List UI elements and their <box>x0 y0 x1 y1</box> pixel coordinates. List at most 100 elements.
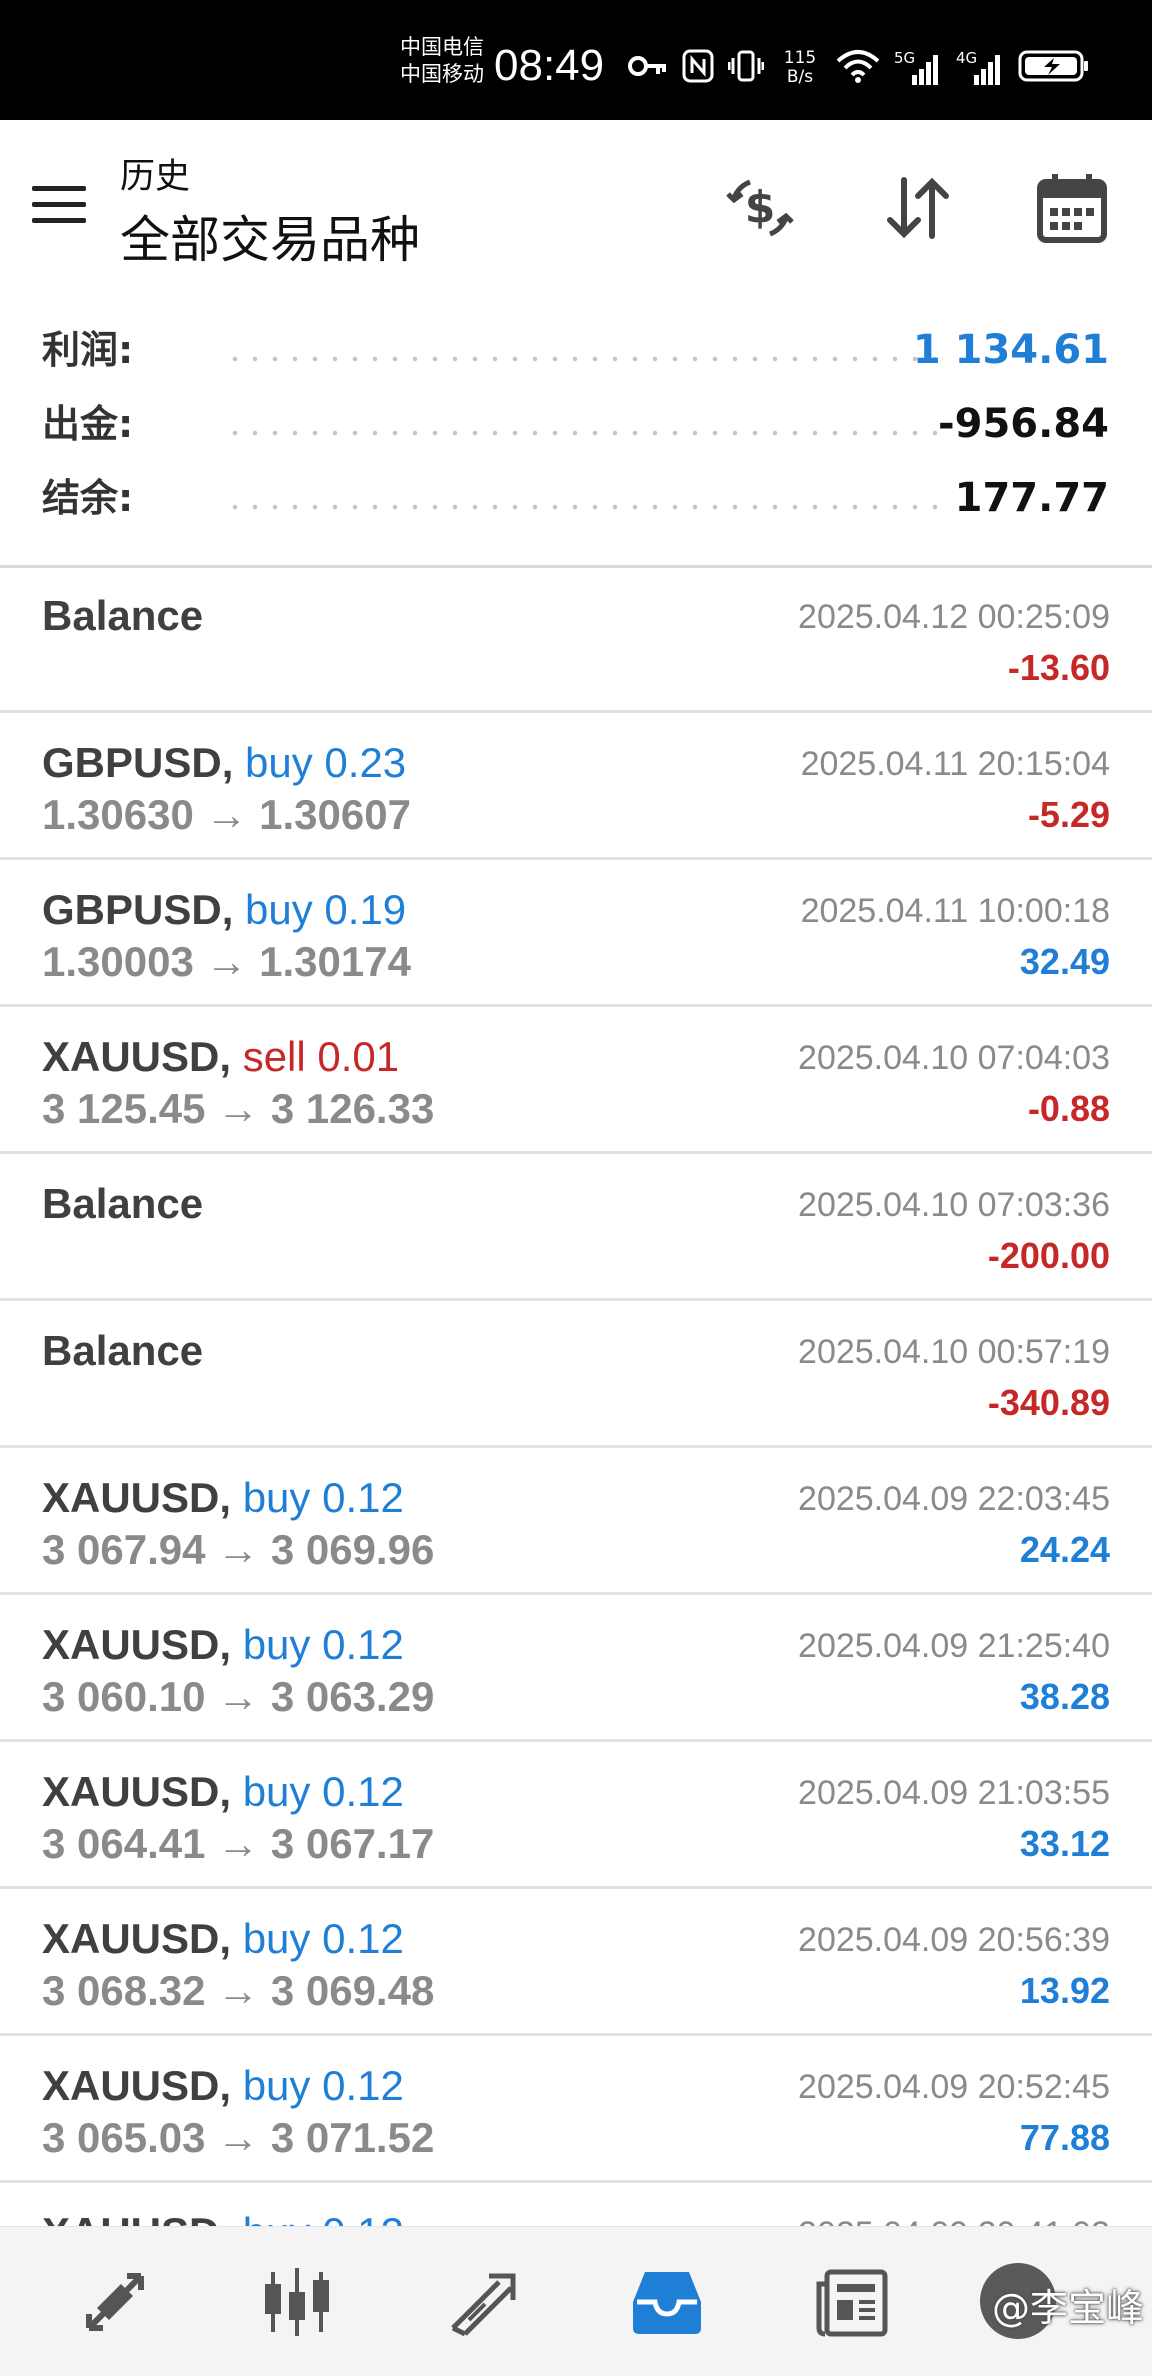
history-row[interactable]: XAUUSD, buy 0.12 3 067.94 → 3 069.96 202… <box>0 1448 1152 1595</box>
row-volume: 0.12 <box>322 2062 404 2109</box>
row-prices: 3 064.41 → 3 067.17 <box>42 1820 435 1867</box>
row-time: 2025.04.10 00:57:19 <box>798 1333 1110 1371</box>
row-type: buy <box>242 1768 311 1815</box>
row-time: 2025.04.10 07:04:03 <box>798 1039 1110 1077</box>
network-speed-value: 115 <box>783 48 817 68</box>
dotted-leader <box>225 504 942 510</box>
row-type: sell <box>242 1033 306 1080</box>
symbol-filter-title[interactable]: 全部交易品种 <box>120 200 420 272</box>
history-row[interactable]: GBPUSD, buy 0.19 1.30003 → 1.30174 2025.… <box>0 860 1152 1007</box>
row-symbol: XAUUSD, <box>42 2209 231 2226</box>
history-summary: 利润: 1 134.61 出金: -956.84 结余: 177.77 <box>0 290 1152 568</box>
row-symbol: XAUUSD, <box>42 1768 232 1815</box>
row-time: 2025.04.11 10:00:18 <box>800 892 1110 930</box>
profit-row: 利润: 1 134.61 <box>0 320 1152 380</box>
history-row[interactable]: XAUUSD, buy 0.12 3 064.41 → 3 067.17 202… <box>0 1742 1152 1889</box>
row-profit: 24.24 <box>1019 1529 1110 1570</box>
history-icon[interactable] <box>622 2257 712 2347</box>
row-time: 2025.04.10 07:03:36 <box>798 1186 1110 1224</box>
row-profit: -13.60 <box>1007 647 1110 688</box>
row-title: Balance <box>42 1178 203 1230</box>
row-profit: 38.28 <box>1019 1676 1110 1717</box>
quotes-icon[interactable] <box>70 2257 160 2347</box>
row-symbol: GBPUSD, <box>42 739 234 786</box>
carrier-1: 中国电信 <box>400 35 484 59</box>
row-volume: 0.12 <box>322 1915 404 1962</box>
menu-icon[interactable] <box>30 186 88 226</box>
app-header: 历史 全部交易品种 $ <box>0 120 1152 290</box>
row-title: GBPUSD, buy 0.23 <box>42 737 406 789</box>
status-bar: 中国电信 中国移动 08:49 115 B/s 5G 4G <box>0 0 1152 120</box>
svg-text:$: $ <box>745 182 776 233</box>
history-row[interactable]: GBPUSD, buy 0.23 1.30630 → 1.30607 2025.… <box>0 713 1152 860</box>
row-time: 2025.04.09 20:56:39 <box>798 1921 1110 1959</box>
row-type: buy <box>242 1474 311 1521</box>
balance-value: 177.77 <box>954 475 1109 521</box>
row-time: 2025.04.12 00:25:09 <box>798 598 1110 636</box>
row-symbol: XAUUSD, <box>42 1621 232 1668</box>
row-profit: -5.29 <box>1027 794 1110 835</box>
row-profit: 77.88 <box>1019 2117 1110 2158</box>
sort-icon[interactable] <box>878 168 958 248</box>
row-time: 2025.04.09 21:03:55 <box>798 1774 1110 1812</box>
row-prices: 3 125.45 → 3 126.33 <box>42 1085 435 1132</box>
profit-value: 1 134.61 <box>912 327 1109 373</box>
bottom-nav: @李宝峰 <box>0 2226 1152 2376</box>
row-title: GBPUSD, buy 0.19 <box>42 884 406 936</box>
vibrate-icon <box>727 49 765 87</box>
network-speed: 115 B/s <box>778 49 822 87</box>
history-row[interactable]: XAUUSD, buy 0.12 3 068.32 → 3 069.48 202… <box>0 1889 1152 2036</box>
row-type: buy <box>243 2209 311 2226</box>
withdrawal-value: -956.84 <box>938 401 1109 447</box>
row-symbol: XAUUSD, <box>42 1033 232 1080</box>
signal-5g-icon: 5G <box>894 49 942 85</box>
row-type: buy <box>245 739 313 786</box>
status-icons: 115 B/s 5G 4G <box>628 40 1090 96</box>
row-title: XAUUSD, buy 0.12 <box>42 1913 404 1965</box>
row-profit: 32.49 <box>1019 941 1110 982</box>
row-prices: 3 060.10 → 3 063.29 <box>42 1673 435 1720</box>
row-title: XAUUSD, buy 0.12 <box>42 2060 404 2112</box>
wifi-icon <box>836 49 880 87</box>
row-prices: 3 068.32 → 3 069.48 <box>42 1967 435 2014</box>
row-time: 2025.04.11 20:15:04 <box>800 745 1110 783</box>
row-profit: 33.12 <box>1019 1823 1110 1864</box>
history-row[interactable]: XAUUSD, buy 0.12 3 060.10 → 3 063.29 202… <box>0 1595 1152 1742</box>
row-volume: 0.12 <box>322 1621 404 1668</box>
news-icon[interactable] <box>808 2257 898 2347</box>
row-title: XAUUSD, sell 0.01 <box>42 1031 399 1083</box>
row-volume: 0.19 <box>324 886 407 933</box>
row-symbol: Balance <box>42 1327 204 1374</box>
row-volume: 0.01 <box>317 1033 400 1080</box>
history-row[interactable]: Balance 2025.04.10 07:03:36 -200.00 <box>0 1154 1152 1301</box>
history-row[interactable]: Balance 2025.04.10 00:57:19 -340.89 <box>0 1301 1152 1448</box>
row-symbol: Balance <box>42 1180 204 1227</box>
dotted-leader <box>225 356 942 362</box>
row-time: 2025.04.09 20:41:03 <box>798 2213 1110 2226</box>
row-prices: 1.30630 → 1.30607 <box>42 791 411 838</box>
row-title: XAUUSD, buy 0.12 <box>42 1619 404 1671</box>
row-title: XAUUSD, buy 0.12 <box>42 1472 404 1524</box>
chart-icon[interactable] <box>252 2257 342 2347</box>
row-volume: 0.12 <box>322 2209 404 2226</box>
row-profit: -0.88 <box>1027 1088 1110 1129</box>
row-prices: 3 067.94 → 3 069.96 <box>42 1526 435 1573</box>
row-prices: 3 065.03 → 3 071.52 <box>42 2114 435 2161</box>
balance-label: 结余: <box>42 476 134 520</box>
row-volume: 0.12 <box>322 1768 404 1815</box>
row-symbol: XAUUSD, <box>42 1915 232 1962</box>
history-list[interactable]: Balance 2025.04.12 00:25:09 -13.60 GBPUS… <box>0 566 1152 2226</box>
row-symbol: XAUUSD, <box>42 1474 232 1521</box>
row-title: Balance <box>42 1325 203 1377</box>
row-volume: 0.23 <box>324 739 407 786</box>
history-row[interactable]: XAUUSD, buy 0.12 3 065.03 → 3 071.52 202… <box>0 2036 1152 2183</box>
history-row[interactable]: Balance 2025.04.12 00:25:09 -13.60 <box>0 566 1152 713</box>
clock: 08:49 <box>494 41 605 90</box>
signal-4g-icon: 4G <box>956 49 1004 85</box>
currency-exchange-icon[interactable]: $ <box>720 168 800 248</box>
row-volume: 0.12 <box>322 1474 404 1521</box>
history-row[interactable]: XAUUSD, sell 0.01 3 125.45 → 3 126.33 20… <box>0 1007 1152 1154</box>
history-row[interactable]: XAUUSD, buy 0.12 2025.04.09 20:41:03 <box>0 2183 1152 2226</box>
calendar-icon[interactable] <box>1032 168 1112 248</box>
trade-icon[interactable] <box>438 2257 528 2347</box>
